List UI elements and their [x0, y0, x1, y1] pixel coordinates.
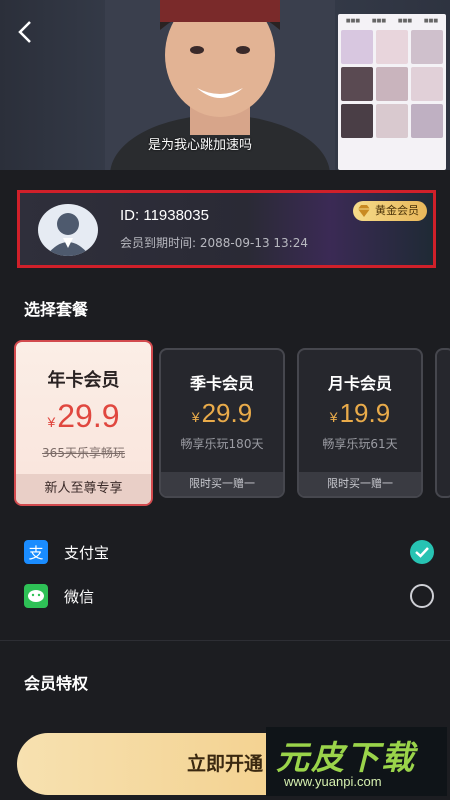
radio-checked[interactable]	[410, 540, 434, 564]
plan-description: 畅享乐玩180天	[180, 437, 264, 451]
plan-card-annual[interactable]: 年卡会员 ¥29.9 365天乐享畅玩 新人至尊专享	[14, 340, 153, 506]
plan-price: ¥29.9	[191, 398, 253, 428]
video-caption: 是为我心跳加速吗	[148, 138, 253, 153]
plan-card-quarterly[interactable]: 季卡会员 ¥29.9 畅享乐玩180天 限时买一赠一	[159, 348, 285, 498]
payment-label: 支付宝	[64, 544, 110, 562]
plan-card-partial[interactable]	[435, 348, 450, 498]
section-divider	[0, 640, 450, 641]
plan-footer: 限时买一赠一	[161, 472, 283, 496]
plan-name: 年卡会员	[47, 370, 120, 391]
plan-name: 月卡会员	[327, 374, 392, 393]
plan-footer: 限时买一赠一	[299, 472, 421, 496]
radio-unchecked[interactable]	[410, 584, 434, 608]
payment-label: 微信	[64, 588, 95, 606]
badge-label: 黄金会员	[375, 204, 419, 217]
avatar	[38, 204, 98, 256]
plan-description: 365天乐享畅玩	[42, 446, 125, 460]
watermark-title: 元皮下载	[276, 738, 416, 777]
alipay-icon: 支	[24, 540, 48, 564]
back-button[interactable]	[18, 20, 32, 49]
gem-icon	[358, 205, 370, 217]
gold-member-badge: 黄金会员	[353, 201, 427, 221]
svg-text:支: 支	[28, 544, 43, 562]
plan-card-monthly[interactable]: 月卡会员 ¥19.9 畅享乐玩61天 限时买一赠一	[297, 348, 423, 498]
payment-option-wechat[interactable]: 微信	[24, 582, 434, 610]
payment-option-alipay[interactable]: 支 支付宝	[24, 538, 434, 566]
watermark-url: www.yuanpi.com	[284, 774, 382, 789]
video-player[interactable]: 是为我心跳加速吗 ■■■ ■■■ ■■■ ■■■	[0, 0, 450, 170]
plans-section-title: 选择套餐	[24, 300, 89, 319]
plan-price: ¥19.9	[329, 398, 391, 428]
member-id: ID: 11938035	[120, 207, 209, 224]
plan-name: 季卡会员	[189, 374, 254, 393]
member-info-card: ID: 11938035 会员到期时间: 2088-09-13 13:24 黄金…	[17, 190, 436, 268]
membership-expiry: 会员到期时间: 2088-09-13 13:24	[120, 236, 308, 250]
plan-footer: 新人至尊专享	[16, 474, 151, 504]
wechat-icon	[24, 584, 48, 608]
plan-price: ¥29.9	[47, 398, 120, 434]
privileges-section-title: 会员特权	[24, 674, 89, 693]
app-preview-thumbnail: ■■■ ■■■ ■■■ ■■■	[338, 14, 446, 170]
chevron-left-icon	[18, 21, 31, 43]
watermark-logo: 元皮下载 www.yuanpi.com	[266, 727, 447, 796]
plan-description: 畅享乐玩61天	[322, 437, 398, 451]
checkmark-icon	[415, 547, 429, 558]
plan-list: 年卡会员 ¥29.9 365天乐享畅玩 新人至尊专享 季卡会员 ¥29.9 畅享…	[14, 340, 450, 508]
